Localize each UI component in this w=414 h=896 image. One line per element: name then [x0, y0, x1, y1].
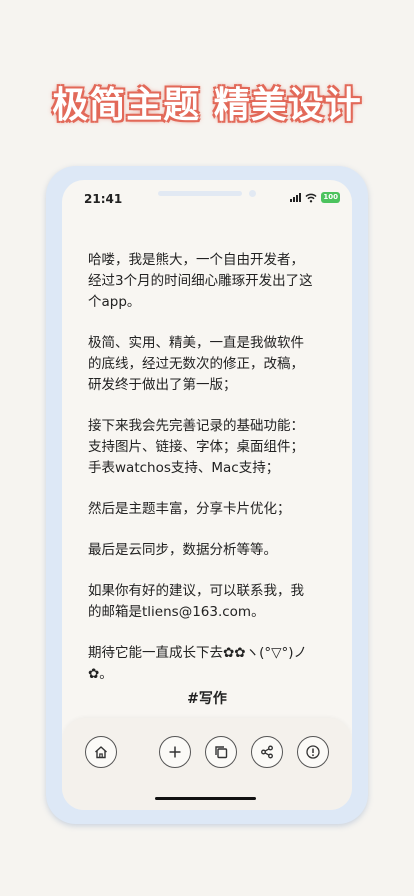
note-paragraph: 极简、实用、精美，一直是我做软件 的底线，经过无数次的修正，改稿， 研发终于做出…: [88, 335, 304, 393]
note-tag[interactable]: #写作: [62, 688, 352, 708]
note-paragraph: 最后是云同步，数据分析等等。: [88, 542, 277, 558]
copy-icon: [215, 746, 228, 759]
home-icon: [95, 746, 107, 759]
plus-icon: [169, 746, 181, 758]
add-button[interactable]: [159, 736, 191, 768]
note-paragraph: 然后是主题丰富，分享卡片优化；: [88, 501, 291, 517]
alert-icon: [306, 745, 320, 759]
note-paragraph: 如果你有好的建议，可以联系我，我 的邮箱是tliens@163.com。: [88, 583, 304, 620]
home-indicator[interactable]: [155, 797, 256, 800]
share-button[interactable]: [251, 736, 283, 768]
alert-button[interactable]: [297, 736, 329, 768]
bottom-toolbar: [62, 718, 352, 810]
home-button[interactable]: [85, 736, 117, 768]
status-time: 21:41: [84, 192, 123, 206]
phone-screen: 21:41 100 哈喽，我是熊大，一个自由开发者， 经过3个月的时间细心雕琢开…: [62, 180, 352, 810]
share-icon: [261, 745, 273, 759]
copy-button[interactable]: [205, 736, 237, 768]
notch-bar: [158, 191, 242, 196]
status-icons: 100: [290, 192, 340, 203]
signal-icon: [290, 193, 302, 202]
note-content[interactable]: 哈喽，我是熊大，一个自由开发者， 经过3个月的时间细心雕琢开发出了这 个app。…: [88, 250, 334, 705]
wifi-icon: [305, 193, 317, 202]
promo-headline: 极简主题 精美设计: [52, 85, 362, 126]
notch-camera: [249, 190, 256, 197]
note-paragraph: 期待它能一直成长下去✿✿ヽ(°▽°)ノ ✿。: [88, 645, 308, 682]
note-paragraph: 接下来我会先完善记录的基础功能： 支持图片、链接、字体；桌面组件； 手表watc…: [88, 418, 304, 476]
note-paragraph: 哈喽，我是熊大，一个自由开发者， 经过3个月的时间细心雕琢开发出了这 个app。: [88, 252, 313, 310]
battery-icon: 100: [321, 192, 340, 203]
